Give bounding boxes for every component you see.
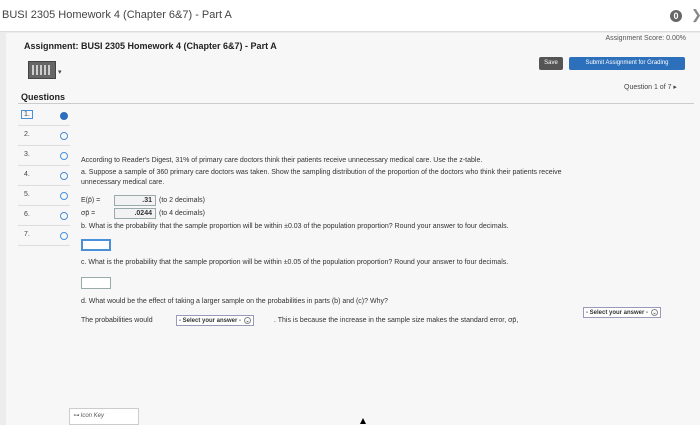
part-a-text: a. Suppose a sample of 360 primary care … [81, 169, 562, 176]
calculator-icon[interactable] [28, 61, 56, 79]
question-item-5[interactable]: 5. [18, 186, 70, 206]
part-a-text-continued: unnecessary medical care. [81, 179, 165, 186]
status-dot-icon [60, 112, 68, 120]
icon-key-label: Icon Key [80, 413, 105, 419]
status-dot-icon [60, 192, 68, 200]
probabilities-select[interactable]: - Select your answer - ⌄ [176, 315, 255, 326]
status-dot-icon [60, 232, 68, 240]
chevron-down-icon: ⌄ [651, 308, 659, 316]
window-title-bar: BUSI 2305 Homework 4 (Chapter 6&7) - Par… [0, 0, 700, 32]
status-dot-icon [60, 132, 68, 140]
status-dot-icon [60, 152, 68, 160]
status-dot-icon [60, 172, 68, 180]
chevron-down-icon[interactable]: ▾ [58, 68, 62, 76]
assignment-panel: Assignment: BUSI 2305 Homework 4 (Chapte… [6, 33, 700, 425]
save-button[interactable]: Save [539, 57, 563, 70]
std-error-hint: (to 4 decimals) [159, 210, 205, 217]
part-d-prefix: The probabilities would [81, 317, 153, 324]
key-icon: ⊶ [73, 413, 81, 419]
question-number: 5. [24, 191, 30, 198]
question-item-2[interactable]: 2. [18, 126, 70, 146]
mouse-cursor-icon [360, 418, 366, 424]
question-item-4[interactable]: 4. [18, 166, 70, 186]
part-d-text: d. What would be the effect of taking a … [81, 298, 388, 305]
question-number: 6. [24, 211, 30, 218]
info-icon[interactable]: 0 [670, 10, 682, 22]
part-d-middle: . This is because the increase in the sa… [274, 317, 519, 324]
part-b-text: b. What is the probability that the samp… [81, 223, 509, 230]
question-number: 1. [21, 110, 33, 119]
assignment-score: Assignment Score: 0.00% [605, 35, 686, 42]
question-number: 4. [24, 171, 30, 178]
question-item-7[interactable]: 7. [18, 226, 70, 246]
std-error-input[interactable]: .0244 [114, 208, 156, 219]
std-error-label: σp̄ = [81, 210, 96, 217]
question-number: 3. [24, 151, 30, 158]
question-item-1[interactable]: 1. [18, 106, 70, 126]
window-title: BUSI 2305 Homework 4 (Chapter 6&7) - Par… [2, 9, 232, 21]
question-item-3[interactable]: 3. [18, 146, 70, 166]
standard-error-select[interactable]: - Select your answer - ⌄ [583, 307, 662, 318]
divider [18, 103, 694, 104]
assignment-title: Assignment: BUSI 2305 Homework 4 (Chapte… [24, 41, 277, 51]
part-c-answer-input[interactable] [81, 277, 111, 289]
question-item-6[interactable]: 6. [18, 206, 70, 226]
chevron-down-icon: ⌄ [244, 316, 252, 324]
question-counter[interactable]: Question 1 of 7 ▸ [624, 83, 677, 91]
questions-heading: Questions [21, 92, 66, 102]
select-value: - Select your answer - [179, 318, 242, 324]
icon-key-button[interactable]: ⊶ Icon Key [69, 408, 139, 425]
select-value: - Select your answer - [586, 310, 649, 316]
question-number: 2. [24, 131, 30, 138]
part-b-answer-input[interactable] [81, 239, 111, 251]
next-arrow-icon[interactable]: ❯ [691, 7, 700, 23]
part-c-text: c. What is the probability that the samp… [81, 259, 509, 266]
question-number: 7. [24, 231, 30, 238]
status-dot-icon [60, 212, 68, 220]
expected-p-input[interactable]: .31 [114, 195, 156, 206]
expected-p-hint: (to 2 decimals) [159, 197, 205, 204]
question-intro: According to Reader's Digest, 31% of pri… [81, 157, 483, 164]
submit-assignment-button[interactable]: Submit Assignment for Grading [569, 57, 685, 70]
expected-p-label: E(p̄) = [81, 197, 101, 204]
